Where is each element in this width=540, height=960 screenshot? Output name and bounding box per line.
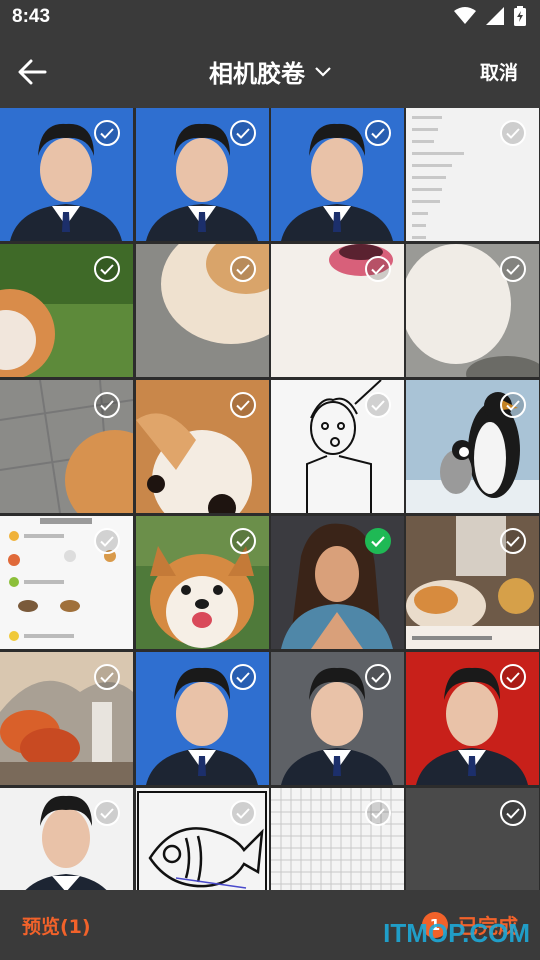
select-checkbox[interactable] — [94, 528, 120, 554]
select-checkbox[interactable] — [230, 528, 256, 554]
select-checkbox[interactable] — [230, 800, 256, 826]
photo-thumbnail[interactable] — [0, 380, 133, 513]
select-checkbox[interactable] — [230, 392, 256, 418]
check-icon — [100, 399, 114, 411]
photo-thumbnail[interactable] — [406, 516, 539, 649]
photo-thumbnail[interactable] — [271, 516, 404, 649]
check-icon — [371, 127, 385, 139]
check-icon — [236, 807, 250, 819]
signal-icon — [486, 7, 504, 25]
album-title: 相机胶卷 — [209, 60, 305, 88]
select-checkbox[interactable] — [365, 392, 391, 418]
photo-grid — [0, 108, 540, 890]
select-checkbox[interactable] — [500, 256, 526, 282]
select-checkbox[interactable] — [500, 120, 526, 146]
photo-thumbnail[interactable] — [406, 108, 539, 241]
select-checkbox[interactable] — [365, 120, 391, 146]
photo-thumbnail[interactable] — [136, 108, 269, 241]
select-checkbox[interactable] — [94, 392, 120, 418]
check-icon — [100, 127, 114, 139]
select-checkbox[interactable] — [94, 800, 120, 826]
check-icon — [371, 535, 385, 547]
photo-thumbnail[interactable] — [0, 244, 133, 377]
select-checkbox[interactable] — [365, 800, 391, 826]
photo-thumbnail[interactable] — [0, 652, 133, 785]
photo-thumbnail[interactable] — [136, 652, 269, 785]
select-checkbox[interactable] — [94, 664, 120, 690]
photo-thumbnail[interactable] — [406, 788, 539, 890]
check-icon — [371, 671, 385, 683]
select-checkbox[interactable] — [94, 256, 120, 282]
check-icon — [100, 535, 114, 547]
select-checkbox[interactable] — [230, 256, 256, 282]
photo-thumbnail[interactable] — [271, 380, 404, 513]
photo-thumbnail[interactable] — [136, 380, 269, 513]
check-icon — [236, 399, 250, 411]
photo-thumbnail[interactable] — [0, 788, 133, 890]
check-icon — [506, 807, 520, 819]
check-icon — [236, 263, 250, 275]
check-icon — [100, 263, 114, 275]
photo-thumbnail[interactable] — [271, 652, 404, 785]
select-checkbox-selected[interactable] — [365, 528, 391, 554]
check-icon — [236, 535, 250, 547]
status-bar: 8:43 — [0, 0, 540, 36]
select-checkbox[interactable] — [500, 800, 526, 826]
cancel-button[interactable]: 取消 — [480, 58, 518, 85]
check-icon — [236, 671, 250, 683]
status-icons — [454, 6, 526, 26]
chevron-down-icon — [315, 66, 331, 77]
app-bar: 相机胶卷 取消 — [0, 36, 540, 108]
check-icon — [506, 535, 520, 547]
photo-thumbnail[interactable] — [271, 108, 404, 241]
check-icon — [236, 127, 250, 139]
check-icon — [371, 807, 385, 819]
select-checkbox[interactable] — [500, 392, 526, 418]
select-checkbox[interactable] — [365, 256, 391, 282]
photo-thumbnail[interactable] — [0, 516, 133, 649]
preview-button[interactable]: 预览(1) — [22, 912, 91, 939]
check-icon — [506, 671, 520, 683]
check-icon — [506, 399, 520, 411]
photo-thumbnail[interactable] — [406, 244, 539, 377]
check-icon — [506, 263, 520, 275]
photo-thumbnail[interactable] — [136, 788, 269, 890]
check-icon — [371, 399, 385, 411]
photo-thumbnail[interactable] — [136, 516, 269, 649]
photo-thumbnail[interactable] — [0, 108, 133, 241]
photo-thumbnail[interactable] — [136, 244, 269, 377]
battery-icon — [514, 6, 526, 26]
check-icon — [100, 807, 114, 819]
photo-thumbnail[interactable] — [271, 788, 404, 890]
check-icon — [371, 263, 385, 275]
photo-thumbnail[interactable] — [406, 652, 539, 785]
check-icon — [100, 671, 114, 683]
album-selector[interactable]: 相机胶卷 — [0, 54, 540, 89]
select-checkbox[interactable] — [365, 664, 391, 690]
photo-thumbnail[interactable] — [271, 244, 404, 377]
select-checkbox[interactable] — [94, 120, 120, 146]
watermark-text: ITMOP.COM — [383, 918, 530, 948]
select-checkbox[interactable] — [500, 528, 526, 554]
check-icon — [506, 127, 520, 139]
select-checkbox[interactable] — [230, 664, 256, 690]
wifi-icon — [454, 7, 476, 24]
select-checkbox[interactable] — [230, 120, 256, 146]
photo-thumbnail[interactable] — [406, 380, 539, 513]
select-checkbox[interactable] — [500, 664, 526, 690]
status-time: 8:43 — [12, 6, 51, 27]
